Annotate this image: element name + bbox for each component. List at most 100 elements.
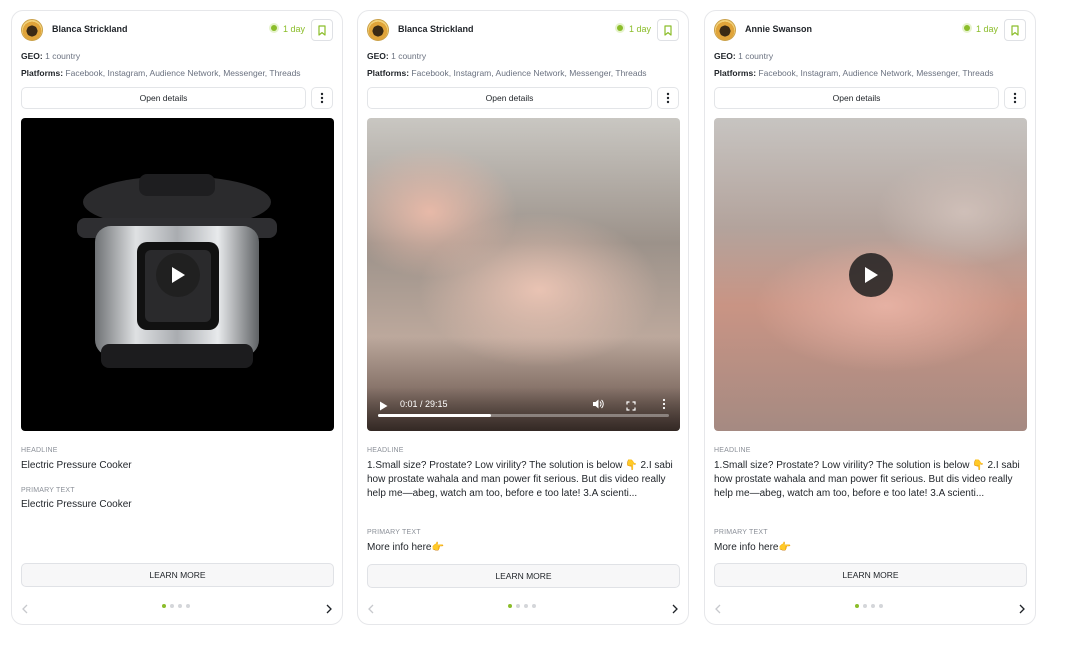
- chevron-right-icon: [672, 604, 678, 614]
- headline-text: 1.Small size? Prostate? Low virility? Th…: [714, 460, 1020, 499]
- headline-label: HEADLINE: [714, 447, 751, 454]
- play-icon: [380, 401, 388, 411]
- ad-card: Blanca Strickland 1 day GEO: 1 country P…: [11, 10, 343, 625]
- activity-status: 1 day: [963, 24, 998, 34]
- card-header: Annie Swanson 1 day: [714, 19, 1026, 43]
- previous-slide-button[interactable]: [367, 601, 375, 619]
- geo-row: GEO: 1 country: [21, 51, 333, 61]
- more-options-button[interactable]: [1004, 87, 1026, 109]
- chevron-right-icon: [326, 604, 332, 614]
- carousel-dot[interactable]: [524, 604, 528, 608]
- open-details-button[interactable]: Open details: [714, 87, 999, 109]
- learn-more-button[interactable]: LEARN MORE: [21, 563, 334, 587]
- geo-value: 1 country: [391, 51, 427, 61]
- activity-status: 1 day: [616, 24, 651, 34]
- primary-text-label: PRIMARY TEXT: [367, 529, 421, 536]
- carousel-dot-active[interactable]: [855, 604, 859, 608]
- headline-text: Electric Pressure Cooker: [21, 460, 132, 471]
- more-options-button[interactable]: [311, 87, 333, 109]
- ad-video[interactable]: 0:01 / 29:15: [367, 118, 680, 431]
- headline-label: HEADLINE: [21, 447, 58, 454]
- carousel-dot-active[interactable]: [162, 604, 166, 608]
- play-button[interactable]: [155, 252, 200, 297]
- card-header: Blanca Strickland 1 day: [367, 19, 679, 43]
- carousel-dot[interactable]: [178, 604, 182, 608]
- video-progress-bar[interactable]: [378, 414, 669, 417]
- activity-duration: 1 day: [975, 24, 998, 34]
- avatar[interactable]: [21, 19, 43, 41]
- platforms-value: Facebook, Instagram, Audience Network, M…: [411, 68, 647, 78]
- platforms-label: Platforms:: [21, 68, 64, 78]
- platforms-row: Platforms: Facebook, Instagram, Audience…: [367, 68, 679, 78]
- more-vertical-icon: [662, 398, 666, 410]
- card-header: Blanca Strickland 1 day: [21, 19, 333, 43]
- carousel-dot[interactable]: [871, 604, 875, 608]
- headline-text: 1.Small size? Prostate? Low virility? Th…: [367, 460, 673, 499]
- chevron-left-icon: [22, 604, 28, 614]
- learn-more-button[interactable]: LEARN MORE: [367, 564, 680, 588]
- bookmark-icon: [664, 24, 672, 36]
- play-icon: [864, 266, 878, 283]
- geo-label: GEO:: [714, 51, 736, 61]
- carousel-dot-active[interactable]: [508, 604, 512, 608]
- ad-video[interactable]: [21, 118, 334, 431]
- play-icon: [171, 266, 185, 283]
- video-time: 0:01 / 29:15: [400, 399, 448, 409]
- volume-button[interactable]: [592, 397, 604, 415]
- video-progress-fill: [378, 414, 492, 417]
- next-slide-button[interactable]: [325, 601, 333, 619]
- active-dot-icon: [270, 25, 277, 31]
- video-more-button[interactable]: [662, 397, 666, 415]
- avatar[interactable]: [367, 19, 389, 41]
- advertiser-name[interactable]: Annie Swanson: [745, 24, 812, 34]
- activity-status: 1 day: [270, 24, 305, 34]
- advertiser-name[interactable]: Blanca Strickland: [52, 24, 128, 34]
- volume-icon: [593, 399, 604, 409]
- primary-text: Electric Pressure Cooker: [21, 499, 132, 510]
- carousel-dot[interactable]: [879, 604, 883, 608]
- platforms-label: Platforms:: [367, 68, 410, 78]
- next-slide-button[interactable]: [1018, 601, 1026, 619]
- geo-value: 1 country: [738, 51, 774, 61]
- primary-text: More info here👉: [367, 542, 444, 553]
- bookmark-button[interactable]: [657, 19, 679, 41]
- bookmark-icon: [318, 24, 326, 36]
- more-options-button[interactable]: [657, 87, 679, 109]
- platforms-row: Platforms: Facebook, Instagram, Audience…: [714, 68, 1026, 78]
- more-vertical-icon: [320, 92, 324, 104]
- carousel-dot[interactable]: [516, 604, 520, 608]
- chevron-right-icon: [1019, 604, 1025, 614]
- learn-more-button[interactable]: LEARN MORE: [714, 563, 1027, 587]
- primary-text-label: PRIMARY TEXT: [714, 529, 768, 536]
- carousel-dot[interactable]: [186, 604, 190, 608]
- geo-row: GEO: 1 country: [714, 51, 1026, 61]
- previous-slide-button[interactable]: [21, 601, 29, 619]
- carousel-dot[interactable]: [863, 604, 867, 608]
- video-controls: 0:01 / 29:15: [367, 387, 680, 431]
- bookmark-button[interactable]: [1004, 19, 1026, 41]
- fullscreen-icon: [626, 401, 636, 411]
- ad-video[interactable]: [714, 118, 1027, 431]
- active-dot-icon: [963, 25, 970, 31]
- more-vertical-icon: [1013, 92, 1017, 104]
- active-dot-icon: [616, 25, 623, 31]
- carousel-dots: [855, 604, 883, 608]
- chevron-left-icon: [368, 604, 374, 614]
- carousel-dots: [508, 604, 536, 608]
- carousel-dot[interactable]: [532, 604, 536, 608]
- platforms-value: Facebook, Instagram, Audience Network, M…: [758, 68, 994, 78]
- bookmark-button[interactable]: [311, 19, 333, 41]
- more-vertical-icon: [666, 92, 670, 104]
- activity-duration: 1 day: [282, 24, 305, 34]
- advertiser-name[interactable]: Blanca Strickland: [398, 24, 474, 34]
- previous-slide-button[interactable]: [714, 601, 722, 619]
- play-button[interactable]: [848, 252, 893, 297]
- chevron-left-icon: [715, 604, 721, 614]
- avatar[interactable]: [714, 19, 736, 41]
- open-details-button[interactable]: Open details: [21, 87, 306, 109]
- carousel-dot[interactable]: [170, 604, 174, 608]
- open-details-button[interactable]: Open details: [367, 87, 652, 109]
- headline-label: HEADLINE: [367, 447, 404, 454]
- next-slide-button[interactable]: [671, 601, 679, 619]
- geo-value: 1 country: [45, 51, 81, 61]
